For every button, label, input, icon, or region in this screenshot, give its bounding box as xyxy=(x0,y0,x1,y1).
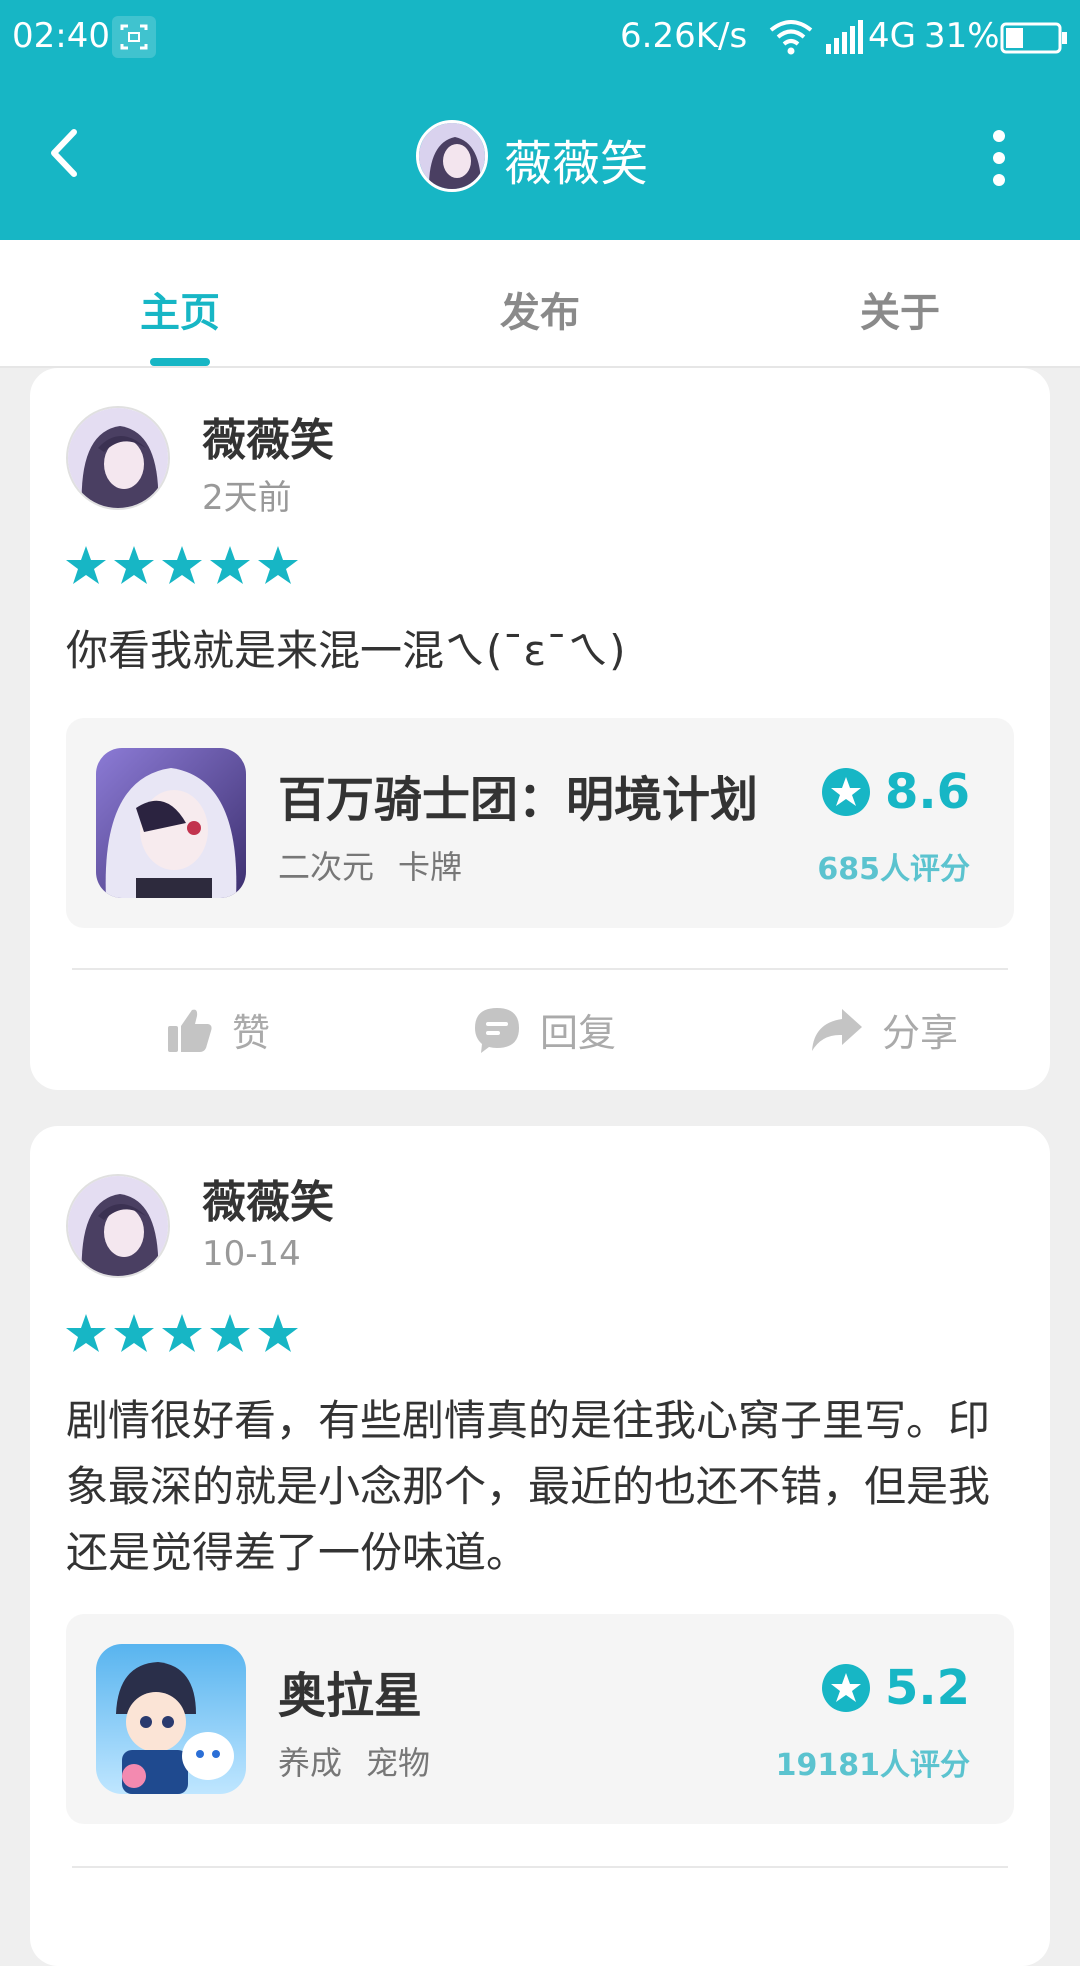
review-text: 你看我就是来混一混ㄟ(¯ε¯ㄟ) xyxy=(66,626,626,675)
review-card: 薇薇笑 10-14 剧情很好看，有些剧情真的是往我心窝子里写。印象最深的就是小念… xyxy=(30,1126,1050,1966)
more-icon[interactable] xyxy=(986,126,1012,190)
username[interactable]: 薇薇笑 xyxy=(202,1166,334,1230)
star-rating xyxy=(66,1312,306,1360)
game-tag: 卡牌 xyxy=(398,848,463,886)
share-icon xyxy=(812,1008,862,1051)
reply-label: 回复 xyxy=(540,1011,617,1055)
game-info-box[interactable]: 奥拉星 养成 宠物 5.2 19181人评分 xyxy=(66,1614,1014,1824)
score-value: 8.6 xyxy=(884,764,970,820)
like-button[interactable]: 赞 xyxy=(166,1002,270,1057)
rating-count: 685人评分 xyxy=(817,852,970,887)
comment-icon xyxy=(475,1007,519,1053)
tab-about[interactable]: 关于 xyxy=(720,280,1080,338)
status-bar: 02:40 6.26K/s 4G 31% xyxy=(0,0,1080,74)
game-icon xyxy=(96,748,246,898)
game-name: 奥拉星 xyxy=(278,1668,423,1724)
thumbs-up-icon xyxy=(168,1009,212,1052)
battery-percent: 31% xyxy=(924,16,1000,56)
score-star-icon xyxy=(821,768,870,816)
game-tag: 宠物 xyxy=(366,1744,431,1782)
avatar[interactable] xyxy=(66,406,170,510)
divider xyxy=(72,1866,1008,1868)
avatar[interactable] xyxy=(66,1174,170,1278)
tab-posts[interactable]: 发布 xyxy=(360,280,720,338)
game-score: 5.2 xyxy=(821,1658,970,1718)
battery-icon xyxy=(1000,22,1068,54)
network-type: 4G xyxy=(868,16,916,56)
header-avatar xyxy=(416,120,488,192)
game-tags: 二次元 卡牌 xyxy=(278,842,486,888)
profile-tabs: 主页 发布 关于 xyxy=(0,240,1080,368)
game-name: 百万骑士团：明境计划 xyxy=(278,772,759,828)
wifi-icon xyxy=(768,18,814,56)
game-tag: 养成 xyxy=(278,1744,343,1782)
score-star-icon xyxy=(821,1664,870,1712)
username[interactable]: 薇薇笑 xyxy=(202,404,334,468)
divider xyxy=(72,968,1008,970)
star-rating xyxy=(66,544,306,592)
screenshot-icon xyxy=(112,16,156,58)
tab-home[interactable]: 主页 xyxy=(0,280,360,338)
back-icon[interactable] xyxy=(40,120,90,186)
share-button[interactable]: 分享 xyxy=(810,1002,958,1057)
signal-icon xyxy=(824,18,868,56)
game-tags: 养成 宠物 xyxy=(278,1738,454,1784)
active-tab-indicator xyxy=(150,358,210,366)
navigation-bar: 薇薇笑 xyxy=(0,74,1080,240)
post-time: 2天前 xyxy=(202,478,292,518)
review-card: 薇薇笑 2天前 你看我就是来混一混ㄟ(¯ε¯ㄟ) 百万骑士团：明境计划 二次元 … xyxy=(30,368,1050,1090)
review-text: 剧情很好看，有些剧情真的是往我心窝子里写。印象最深的就是小念那个，最近的也还不错… xyxy=(66,1396,991,1577)
status-time: 02:40 xyxy=(12,16,110,56)
game-score: 8.6 xyxy=(821,762,970,822)
network-speed: 6.26K/s xyxy=(620,16,748,56)
game-icon xyxy=(96,1644,246,1794)
post-time: 10-14 xyxy=(202,1234,301,1274)
header-title: 薇薇笑 xyxy=(504,136,649,192)
game-info-box[interactable]: 百万骑士团：明境计划 二次元 卡牌 8.6 685人评分 xyxy=(66,718,1014,928)
game-tag: 二次元 xyxy=(278,848,375,886)
like-label: 赞 xyxy=(232,1011,271,1055)
reply-button[interactable]: 回复 xyxy=(472,1002,616,1057)
rating-count: 19181人评分 xyxy=(775,1748,970,1783)
share-label: 分享 xyxy=(882,1011,959,1055)
score-value: 5.2 xyxy=(884,1660,970,1716)
